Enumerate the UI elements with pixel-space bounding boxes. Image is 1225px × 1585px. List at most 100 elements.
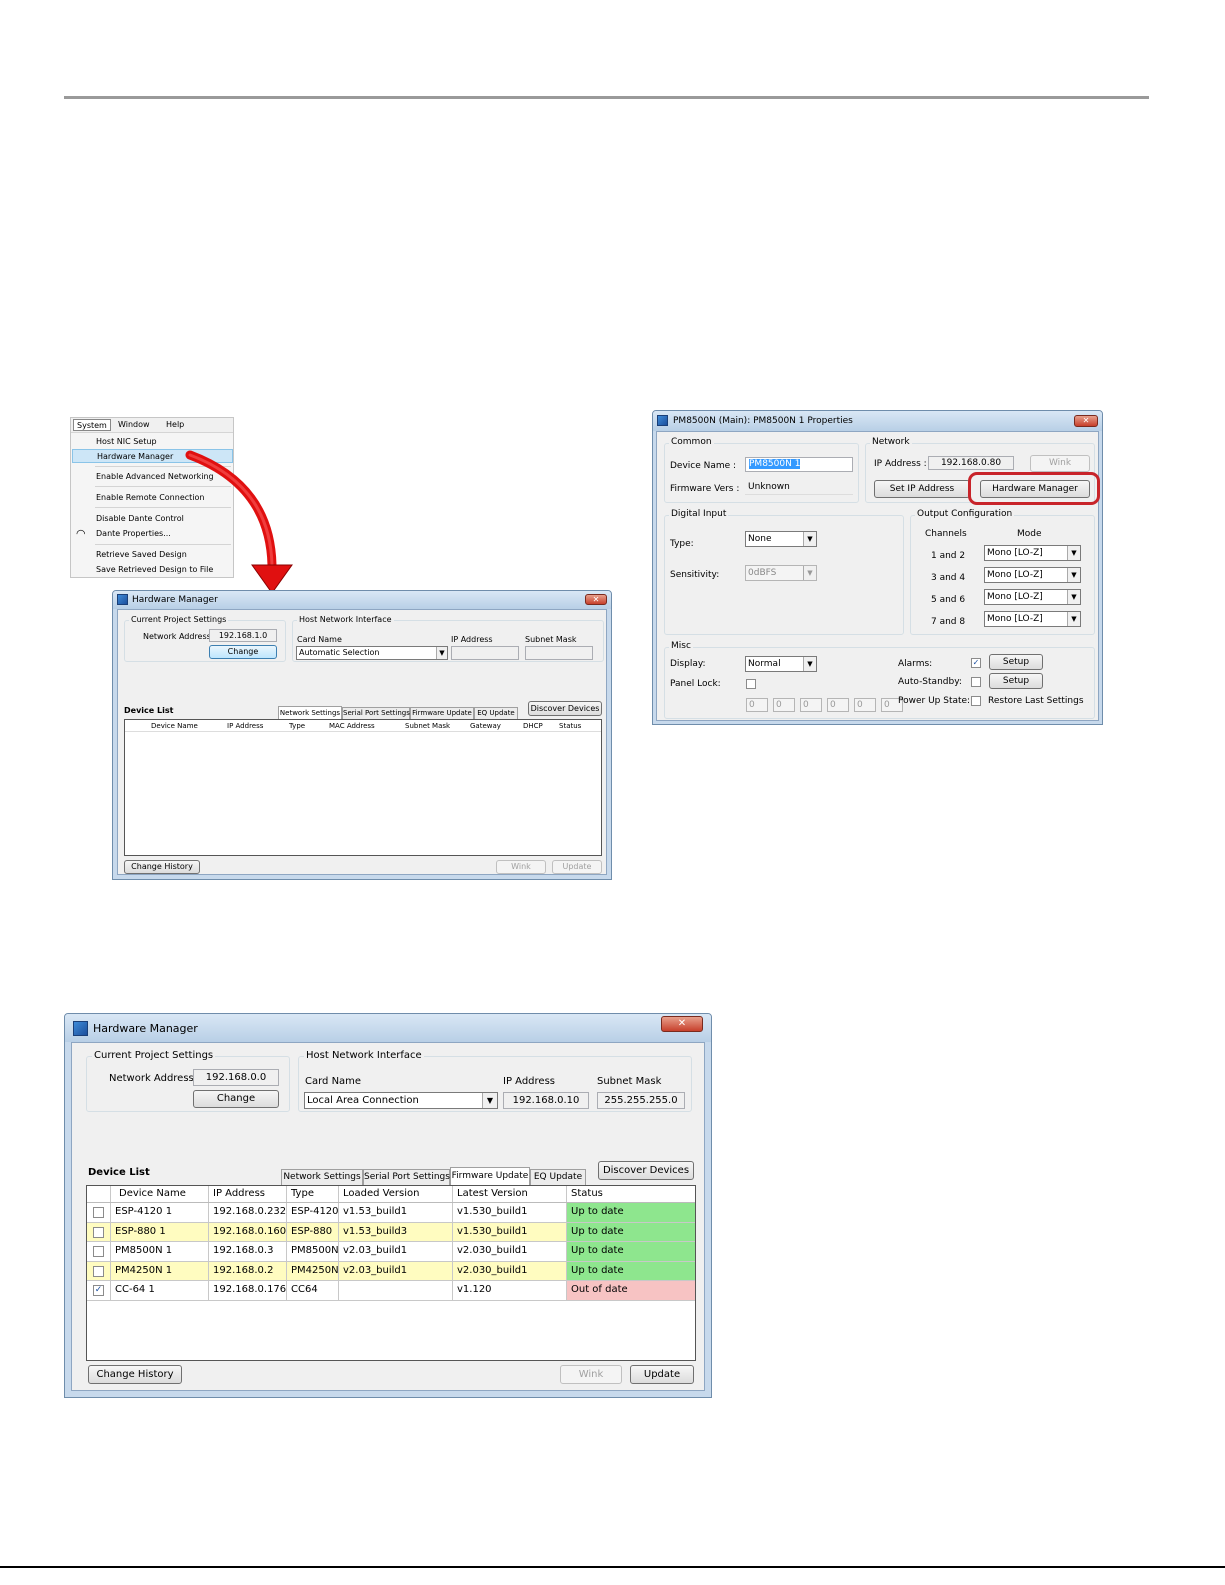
tab-network-settings[interactable]: Network Settings — [278, 706, 342, 719]
update-button[interactable]: Update — [552, 860, 602, 874]
device-name-label: Device Name : — [670, 461, 737, 471]
wink-button[interactable]: Wink — [1030, 455, 1090, 472]
panel-code-spinner[interactable]: 0 — [773, 698, 795, 712]
chevron-down-icon: ▼ — [1067, 568, 1080, 582]
sensitivity-dropdown[interactable]: 0dBFS ▼ — [745, 565, 817, 581]
update-button[interactable]: Update — [630, 1365, 694, 1384]
firmware-value: Unknown — [745, 481, 853, 495]
row-checkbox[interactable]: ✓ — [93, 1285, 104, 1296]
tab-network-settings[interactable]: Network Settings — [281, 1169, 363, 1185]
status-cell: Up to date — [567, 1222, 695, 1241]
display-label: Display: — [670, 659, 706, 669]
title-bar: PM8500N (Main): PM8500N 1 Properties ✕ — [653, 411, 1102, 431]
table-header: Device Name IP Address Type Loaded Versi… — [87, 1186, 695, 1203]
change-history-button[interactable]: Change History — [88, 1365, 182, 1384]
restore-last-settings-checkbox[interactable] — [971, 696, 981, 706]
card-name-label: Card Name — [305, 1076, 362, 1087]
table-header: Device Name IP Address Type MAC Address … — [125, 720, 601, 732]
panel-code-spinner[interactable]: 0 — [800, 698, 822, 712]
row-checkbox[interactable] — [93, 1246, 104, 1257]
sensitivity-value: 0dBFS — [748, 568, 777, 578]
menu-help[interactable]: Help — [163, 419, 187, 431]
latest-version-cell: v1.530_build1 — [453, 1203, 567, 1222]
table-row[interactable]: ✓ CC-64 1 192.168.0.176 CC64 v1.120 Out of da… — [87, 1281, 695, 1301]
row-checkbox[interactable] — [93, 1226, 104, 1238]
tab-firmware-update[interactable]: Firmware Update — [450, 1167, 530, 1185]
auto-standby-setup-button[interactable]: Setup — [989, 673, 1043, 689]
column-header[interactable]: Subnet Mask — [405, 722, 450, 730]
table-row[interactable]: PM4250N 1 192.168.0.2 PM4250N v2.03_build1 v… — [87, 1261, 695, 1281]
row-checkbox[interactable] — [93, 1265, 104, 1277]
panel-code-spinner[interactable]: 0 — [827, 698, 849, 712]
column-header[interactable]: Latest Version — [453, 1186, 567, 1202]
wink-button[interactable]: Wink — [560, 1365, 622, 1384]
mode-header: Mode — [1017, 529, 1042, 539]
row-checkbox[interactable] — [93, 1207, 104, 1218]
panel-code-spinner[interactable]: 0 — [854, 698, 876, 712]
column-header[interactable]: Status — [567, 1186, 695, 1202]
type-dropdown[interactable]: None ▼ — [745, 531, 817, 547]
column-header[interactable]: Device Name — [111, 1186, 209, 1202]
close-button[interactable]: ✕ — [1074, 415, 1098, 427]
ip-address-cell: 192.168.0.232 — [209, 1203, 287, 1222]
menu-window[interactable]: Window — [115, 419, 153, 431]
change-history-button[interactable]: Change History — [124, 860, 200, 874]
set-ip-address-button[interactable]: Set IP Address — [874, 480, 970, 498]
card-name-dropdown[interactable]: Automatic Selection ▼ — [296, 646, 448, 660]
alarms-setup-button[interactable]: Setup — [989, 654, 1043, 670]
device-list-label: Device List — [88, 1167, 150, 1178]
window-client: Current Project Settings Network Address… — [117, 609, 607, 875]
auto-standby-checkbox[interactable] — [971, 677, 981, 687]
mode-dropdown[interactable]: Mono [LO-Z] ▼ — [984, 589, 1081, 605]
digital-input-group: Digital Input Type: None ▼ Sensitivity: 0… — [664, 509, 904, 635]
subnet-mask-label: Subnet Mask — [597, 1076, 662, 1087]
hardware-manager-window-small: Hardware Manager ✕ Current Project Setti… — [112, 590, 612, 880]
tab-serial-port-settings[interactable]: Serial Port Settings — [363, 1169, 450, 1185]
column-header[interactable]: Device Name — [151, 722, 198, 730]
ip-address-label: IP Address : — [874, 459, 927, 469]
mode-dropdown[interactable]: Mono [LO-Z] ▼ — [984, 567, 1081, 583]
wink-button[interactable]: Wink — [496, 860, 546, 874]
tab-firmware-update[interactable]: Firmware Update — [410, 707, 474, 719]
device-list-table[interactable]: Device Name IP Address Type Loaded Versi… — [86, 1185, 696, 1361]
menu-system[interactable]: System — [73, 419, 111, 431]
network-group: Network IP Address : 192.168.0.80 Wink S… — [865, 437, 1100, 505]
tab-serial-port-settings[interactable]: Serial Port Settings — [342, 707, 410, 719]
card-name-dropdown[interactable]: Local Area Connection ▼ — [304, 1092, 498, 1109]
close-button[interactable]: ✕ — [661, 1016, 703, 1032]
panel-lock-checkbox[interactable] — [746, 679, 756, 689]
chevron-down-icon: ▼ — [1067, 612, 1080, 626]
discover-devices-button[interactable]: Discover Devices — [528, 701, 602, 716]
chevron-down-icon: ▼ — [1067, 590, 1080, 604]
display-dropdown[interactable]: Normal ▼ — [745, 656, 817, 672]
column-header[interactable]: Status — [559, 722, 581, 730]
table-row[interactable]: ESP-4120 1 192.168.0.232 ESP-4120 v1.53_bui… — [87, 1203, 695, 1223]
hardware-manager-window-large: Hardware Manager ✕ Current Project Setti… — [64, 1013, 712, 1398]
column-header[interactable]: IP Address — [209, 1186, 287, 1202]
app-icon — [73, 1021, 88, 1036]
device-list-table[interactable]: Device Name IP Address Type MAC Address … — [124, 719, 602, 856]
alarms-checkbox[interactable]: ✓ — [971, 658, 981, 668]
tab-eq-update[interactable]: EQ Update — [530, 1169, 586, 1185]
column-header[interactable]: MAC Address — [329, 722, 375, 730]
column-header[interactable]: Type — [289, 722, 305, 730]
device-name-input[interactable]: PM8500N 1 — [745, 457, 853, 472]
tab-eq-update[interactable]: EQ Update — [474, 707, 518, 719]
column-header[interactable]: Type — [287, 1186, 339, 1202]
table-row[interactable]: ESP-880 1 192.168.0.160 ESP-880 v1.53_build… — [87, 1222, 695, 1242]
mode-dropdown[interactable]: Mono [LO-Z] ▼ — [984, 611, 1081, 627]
column-header[interactable]: IP Address — [227, 722, 263, 730]
change-button[interactable]: Change — [209, 645, 277, 659]
column-header[interactable]: Gateway — [470, 722, 501, 730]
mode-dropdown[interactable]: Mono [LO-Z] ▼ — [984, 545, 1081, 561]
change-button[interactable]: Change — [193, 1090, 279, 1108]
column-header[interactable]: DHCP — [523, 722, 543, 730]
device-name-cell: ESP-880 1 — [111, 1222, 209, 1241]
table-row[interactable]: PM8500N 1 192.168.0.3 PM8500N v2.03_build1 v… — [87, 1242, 695, 1262]
column-header[interactable]: Loaded Version — [339, 1186, 453, 1202]
panel-code-spinner[interactable]: 0 — [746, 698, 768, 712]
close-button[interactable]: ✕ — [585, 594, 607, 605]
ip-address-label: IP Address — [503, 1076, 555, 1087]
discover-devices-button[interactable]: Discover Devices — [598, 1161, 694, 1180]
chevron-down-icon: ▼ — [803, 532, 816, 546]
